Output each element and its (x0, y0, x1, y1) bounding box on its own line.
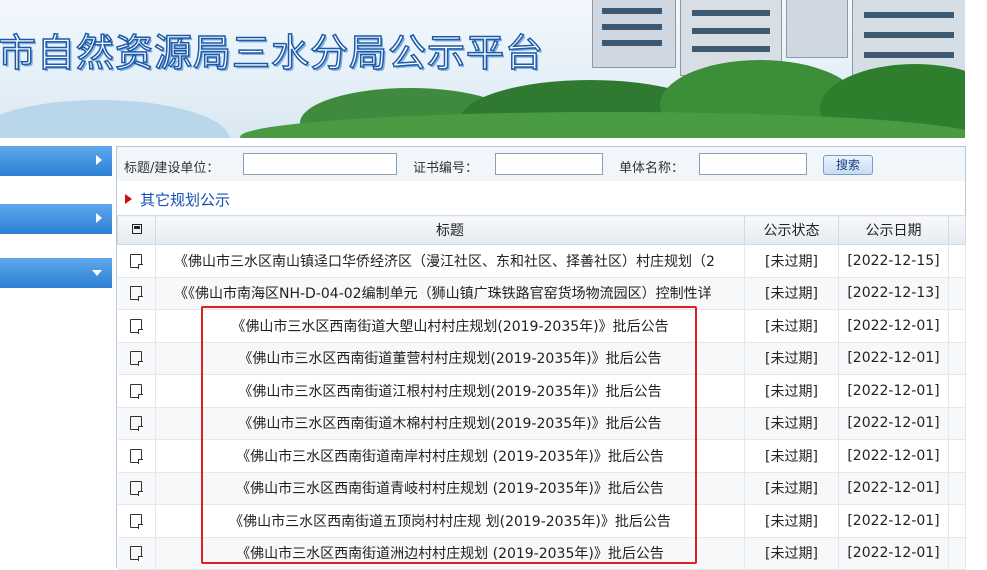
banner: 市自然资源局三水分局公示平台 (0, 0, 965, 138)
cert-number-input[interactable] (495, 153, 603, 175)
row-icon-cell[interactable] (117, 342, 156, 375)
chevron-right-icon (96, 213, 102, 223)
section-label: 其它规划公示 (140, 191, 231, 209)
column-header-date: 公示日期 (838, 215, 949, 245)
select-all-cell[interactable] (117, 215, 156, 245)
notice-status: [未过期] (744, 504, 839, 538)
table-row[interactable]: 《《佛山市南海区NH-D-04-02编制单元（狮山镇广珠铁路官窑货场物流园区）控… (117, 277, 966, 310)
column-header-spacer (948, 215, 966, 245)
table-row[interactable]: 《佛山市三水区西南街道木棉村村庄规划(2019-2035年)》批后公告 [未过期]… (117, 407, 966, 440)
table-row[interactable]: 《佛山市三水区西南街道江根村村庄规划(2019-2035年)》批后公告 [未过期]… (117, 374, 966, 408)
notice-status: [未过期] (744, 407, 839, 440)
main-panel: 标题/建设单位： 证书编号： 单体名称： 搜索 其它规划公示 标题 公示状态 公… (116, 146, 966, 570)
red-triangle-icon (125, 194, 132, 204)
notice-status: [未过期] (744, 244, 839, 278)
notice-date: [2022-12-15] (838, 244, 949, 278)
notice-title-link[interactable]: 《佛山市三水区西南街道木棉村村庄规划(2019-2035年)》批后公告 (155, 407, 745, 440)
row-spacer (948, 504, 966, 538)
notice-table: 标题 公示状态 公示日期 《佛山市三水区南山镇迳口华侨经济区（漫江社区、东和社区… (117, 215, 966, 570)
notice-date: [2022-12-01] (838, 309, 949, 343)
document-icon[interactable] (130, 481, 144, 497)
document-icon[interactable] (130, 513, 144, 529)
notice-title-link[interactable]: 《佛山市三水区西南街道董营村村庄规划(2019-2035年)》批后公告 (155, 342, 745, 375)
search-bar: 标题/建设单位： 证书编号： 单体名称： 搜索 (117, 147, 965, 181)
search-button[interactable]: 搜索 (823, 155, 873, 175)
notice-date: [2022-12-01] (838, 504, 949, 538)
notice-title-link[interactable]: 《佛山市三水区西南街道大塱山村村庄规划(2019-2035年)》批后公告 (155, 309, 745, 343)
table-row[interactable]: 《佛山市三水区西南街道南岸村村庄规划 (2019-2035年)》批后公告 [未过期… (117, 439, 966, 473)
row-spacer (948, 342, 966, 375)
building-image (786, 0, 848, 58)
notice-date: [2022-12-01] (838, 407, 949, 440)
row-spacer (948, 439, 966, 473)
platform-title: 市自然资源局三水分局公示平台 (0, 30, 545, 76)
document-icon[interactable] (130, 351, 144, 367)
notice-date: [2022-12-01] (838, 342, 949, 375)
document-icon[interactable] (130, 383, 144, 399)
nav-menu-item-2[interactable] (0, 204, 112, 234)
title-label: 标题/建设单位： (124, 161, 220, 176)
notice-date: [2022-12-13] (838, 277, 949, 310)
notice-date: [2022-12-01] (838, 537, 949, 570)
column-header-status: 公示状态 (744, 215, 839, 245)
document-icon[interactable] (130, 546, 144, 562)
document-icon[interactable] (130, 253, 144, 269)
notice-status: [未过期] (744, 277, 839, 310)
row-spacer (948, 537, 966, 570)
row-icon-cell[interactable] (117, 407, 156, 440)
chevron-down-icon (92, 270, 102, 276)
nav-menu-item-3[interactable] (0, 258, 112, 288)
document-icon[interactable] (130, 448, 144, 464)
notice-status: [未过期] (744, 537, 839, 570)
unit-label: 单体名称： (619, 161, 685, 176)
row-spacer (948, 472, 966, 505)
document-icon[interactable] (130, 286, 144, 302)
notice-title-link[interactable]: 《佛山市三水区南山镇迳口华侨经济区（漫江社区、东和社区、择善社区）村庄规划（2 (155, 244, 745, 278)
table-row[interactable]: 《佛山市三水区南山镇迳口华侨经济区（漫江社区、东和社区、择善社区）村庄规划（2[… (117, 244, 966, 278)
table-row[interactable]: 《佛山市三水区西南街道洲边村村庄规划 (2019-2035年)》批后公告 [未过期… (117, 537, 966, 570)
row-icon-cell[interactable] (117, 504, 156, 538)
row-spacer (948, 374, 966, 408)
table-row[interactable]: 《佛山市三水区西南街道大塱山村村庄规划(2019-2035年)》批后公告 [未过期… (117, 309, 966, 343)
row-icon-cell[interactable] (117, 244, 156, 278)
notice-date: [2022-12-01] (838, 472, 949, 505)
cert-label: 证书编号： (413, 161, 479, 176)
notice-date: [2022-12-01] (838, 439, 949, 473)
row-icon-cell[interactable] (117, 374, 156, 408)
row-icon-cell[interactable] (117, 439, 156, 473)
notice-status: [未过期] (744, 374, 839, 408)
notice-title-link[interactable]: 《佛山市三水区西南街道五顶岗村村庄规 划(2019-2035年)》批后公告 (155, 504, 745, 538)
table-row[interactable]: 《佛山市三水区西南街道五顶岗村村庄规 划(2019-2035年)》批后公告 [未过… (117, 504, 966, 538)
column-header-title: 标题 (155, 215, 745, 245)
select-all-icon[interactable] (131, 224, 142, 234)
notice-status: [未过期] (744, 439, 839, 473)
row-spacer (948, 244, 966, 278)
section-heading: 其它规划公示 (125, 189, 230, 210)
notice-status: [未过期] (744, 342, 839, 375)
table-row[interactable]: 《佛山市三水区西南街道董营村村庄规划(2019-2035年)》批后公告 [未过期]… (117, 342, 966, 375)
notice-title-link[interactable]: 《佛山市三水区西南街道青岐村村庄规划 (2019-2035年)》批后公告 (155, 472, 745, 505)
notice-title-link[interactable]: 《《佛山市南海区NH-D-04-02编制单元（狮山镇广珠铁路官窑货场物流园区）控… (155, 277, 745, 310)
notice-status: [未过期] (744, 472, 839, 505)
row-icon-cell[interactable] (117, 472, 156, 505)
notice-title-link[interactable]: 《佛山市三水区西南街道南岸村村庄规划 (2019-2035年)》批后公告 (155, 439, 745, 473)
notice-status: [未过期] (744, 309, 839, 343)
notice-date: [2022-12-01] (838, 374, 949, 408)
document-icon[interactable] (130, 416, 144, 432)
notice-title-link[interactable]: 《佛山市三水区西南街道洲边村村庄规划 (2019-2035年)》批后公告 (155, 537, 745, 570)
chevron-right-icon (96, 155, 102, 165)
table-row[interactable]: 《佛山市三水区西南街道青岐村村庄规划 (2019-2035年)》批后公告 [未过期… (117, 472, 966, 505)
document-icon[interactable] (130, 318, 144, 334)
table-header-row: 标题 公示状态 公示日期 (117, 215, 966, 245)
row-icon-cell[interactable] (117, 277, 156, 310)
row-spacer (948, 277, 966, 310)
row-spacer (948, 407, 966, 440)
row-icon-cell[interactable] (117, 309, 156, 343)
row-icon-cell[interactable] (117, 537, 156, 570)
title-search-input[interactable] (243, 153, 397, 175)
row-spacer (948, 309, 966, 343)
unit-name-input[interactable] (699, 153, 807, 175)
notice-title-link[interactable]: 《佛山市三水区西南街道江根村村庄规划(2019-2035年)》批后公告 (155, 374, 745, 408)
nav-menu-item-1[interactable] (0, 146, 112, 176)
